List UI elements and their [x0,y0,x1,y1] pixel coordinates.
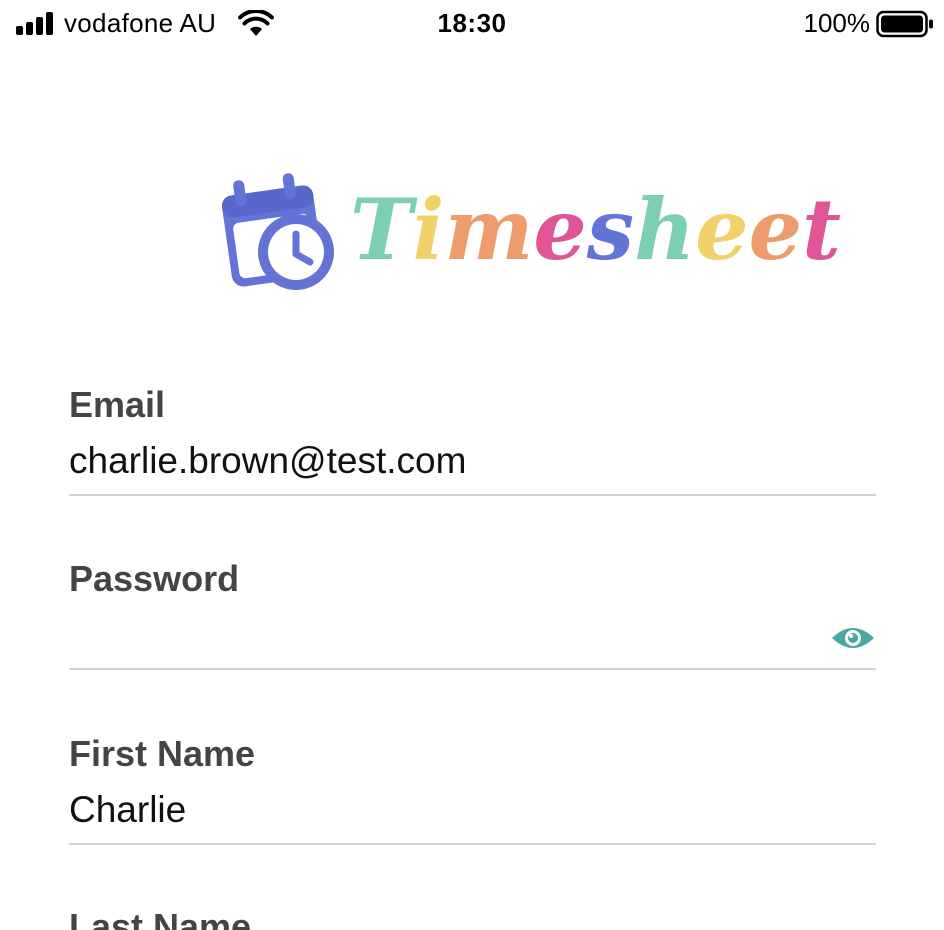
app-logo-wordmark: Timesheet [350,180,841,280]
logo-letter: s [586,180,635,279]
battery-icon [876,10,933,38]
email-underline [69,494,876,496]
first-name-field[interactable]: Charlie [69,789,186,831]
password-underline [69,668,876,670]
logo-letter: e [695,180,749,279]
logo-letter: e [748,180,803,279]
app-logo: Timesheet [218,170,841,292]
password-field[interactable] [69,614,829,658]
password-field-group: Password [69,558,876,672]
email-field[interactable]: charlie.brown@test.com [69,440,466,482]
clock: 18:30 [437,8,507,38]
signup-screen: vodafone AU 18:30 100% Timesheet Email c… [0,0,944,930]
calendar-clock-icon [221,173,334,290]
first-name-underline [69,843,876,845]
battery-percent: 100% [803,8,871,38]
status-bar: vodafone AU 18:30 100% [0,0,944,50]
logo-letter: e [533,180,587,279]
last-name-label: Last Name [69,906,252,930]
password-label: Password [69,558,240,599]
first-name-label: First Name [69,733,256,774]
logo-letter: m [444,180,534,279]
last-name-field-group: Last Name [69,906,876,930]
email-field-group: Email charlie.brown@test.com [69,384,876,498]
first-name-field-group: First Name Charlie [69,733,876,847]
eye-icon[interactable] [830,624,876,652]
logo-letter: i [412,180,445,279]
email-label: Email [69,384,166,425]
logo-letter: t [802,180,841,279]
logo-letter: T [350,180,413,279]
logo-letter: h [634,180,696,279]
